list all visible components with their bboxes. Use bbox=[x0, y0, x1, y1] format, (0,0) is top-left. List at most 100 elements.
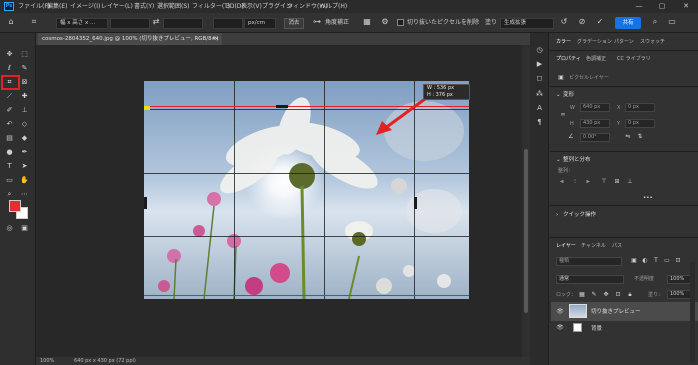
maximize-button[interactable]: ▢ bbox=[651, 1, 673, 12]
blend-mode-select[interactable]: 通常 bbox=[556, 275, 624, 284]
menu-select[interactable]: 選択範囲(S) bbox=[157, 2, 190, 11]
tab-color[interactable]: カラー bbox=[556, 37, 571, 47]
overlay-grid-icon[interactable]: ▦ bbox=[362, 17, 372, 27]
fill-input[interactable]: 100% bbox=[667, 290, 691, 299]
flip-vertical-icon[interactable]: ⇅ bbox=[636, 132, 644, 142]
lock-pixels-icon[interactable]: ▦ bbox=[578, 290, 586, 300]
learn-panel-icon[interactable]: ◻ bbox=[534, 73, 545, 83]
angle-input[interactable]: 0.00° bbox=[580, 133, 610, 142]
layer-row-background[interactable]: 👁︎ 背景 bbox=[551, 321, 698, 335]
resolution-input[interactable] bbox=[213, 18, 243, 29]
crop-top-handle[interactable] bbox=[276, 105, 288, 108]
menu-layer[interactable]: レイヤー(L) bbox=[101, 2, 133, 11]
menu-filter[interactable]: フィルター(T) bbox=[192, 2, 230, 11]
quick-mask-icon[interactable]: ◎ bbox=[4, 223, 15, 233]
blur-tool-icon[interactable]: ◆ bbox=[19, 133, 30, 143]
move-tool-icon[interactable]: ✥ bbox=[4, 49, 15, 59]
menu-edit[interactable]: 編集(E) bbox=[47, 2, 67, 11]
h-input[interactable]: 430 px bbox=[580, 119, 610, 128]
tab-swatches[interactable]: スウォッチ bbox=[640, 37, 665, 47]
settings-gear-icon[interactable]: ⚙ bbox=[380, 17, 390, 27]
clear-button[interactable]: 消去 bbox=[284, 18, 304, 29]
tab-cc-libraries[interactable]: CC ライブラリ bbox=[617, 54, 651, 64]
more-tools-icon[interactable]: ⋯ bbox=[19, 189, 30, 199]
cancel-icon[interactable]: ⊘ bbox=[577, 17, 587, 27]
menu-image[interactable]: イメージ(I) bbox=[70, 2, 100, 11]
menu-view[interactable]: 表示(V) bbox=[241, 2, 262, 11]
filter-shape-icon[interactable]: ▭ bbox=[663, 256, 671, 266]
marquee-tool-icon[interactable]: ⬚ bbox=[19, 49, 30, 59]
lock-position-icon[interactable]: ✥ bbox=[602, 290, 610, 300]
w-input[interactable]: 640 px bbox=[580, 103, 610, 112]
ratio-select[interactable]: 幅 x 高さ x ... bbox=[56, 18, 108, 29]
stamp-tool-icon[interactable]: ⊥ bbox=[19, 105, 30, 115]
align-more[interactable]: ••• bbox=[643, 194, 653, 203]
height-input[interactable] bbox=[163, 18, 203, 29]
zoom-tool-icon[interactable]: ⌕ bbox=[4, 189, 15, 199]
filter-adjust-icon[interactable]: ◐ bbox=[641, 256, 649, 266]
align-bottom-icon[interactable]: ⊥ bbox=[625, 177, 635, 187]
lock-all-icon[interactable]: 🔒︎ bbox=[626, 290, 634, 300]
quick-select-tool-icon[interactable]: ✎ bbox=[19, 63, 30, 73]
actions-panel-icon[interactable]: ▶ bbox=[534, 59, 545, 69]
document-tab[interactable]: cosmos-2804352_640.jpg @ 100% (切り抜きプレビュー… bbox=[38, 33, 222, 45]
flip-horizontal-icon[interactable]: ⇋ bbox=[624, 132, 632, 142]
layer-row-crop-preview[interactable]: 👁︎ 切り抜きプレビュー bbox=[551, 302, 698, 321]
visibility-eye-icon[interactable]: 👁︎ bbox=[556, 307, 564, 317]
tab-channels[interactable]: チャンネル bbox=[581, 241, 606, 251]
menu-file[interactable]: ファイル(F) bbox=[18, 2, 50, 11]
layer-kind-filter[interactable]: 種類 bbox=[556, 257, 622, 266]
straighten-icon[interactable]: ⊶ bbox=[312, 17, 322, 27]
frame-tool-icon[interactable]: ⊠ bbox=[19, 77, 30, 87]
straighten-label[interactable]: 角度補正 bbox=[325, 18, 349, 27]
eraser-tool-icon[interactable]: ◇ bbox=[19, 119, 30, 129]
x-input[interactable]: 0 px bbox=[625, 103, 655, 112]
tab-properties[interactable]: プロパティ bbox=[556, 54, 581, 64]
home-icon[interactable]: ⌂ bbox=[6, 17, 16, 27]
layer-name[interactable]: 背景 bbox=[591, 324, 602, 332]
tab-pattern[interactable]: パターン bbox=[614, 37, 634, 47]
search-icon[interactable]: ⌕ bbox=[650, 17, 660, 27]
menu-help[interactable]: ヘルプ(H) bbox=[320, 2, 347, 11]
lock-artboard-icon[interactable]: ⊡ bbox=[614, 290, 622, 300]
tab-layers[interactable]: レイヤー bbox=[556, 241, 576, 251]
align-top-icon[interactable]: ⊤ bbox=[599, 177, 609, 187]
lock-paint-icon[interactable]: ✎ bbox=[590, 290, 598, 300]
gradient-tool-icon[interactable]: ▤ bbox=[4, 133, 15, 143]
foreground-color-swatch[interactable] bbox=[9, 200, 21, 212]
crop-corner-handle[interactable] bbox=[144, 106, 150, 110]
type-tool-icon[interactable]: T bbox=[4, 161, 15, 171]
quick-actions-chevron-icon[interactable]: › bbox=[556, 211, 558, 220]
filter-smart-icon[interactable]: ⊡ bbox=[674, 256, 682, 266]
unit-select[interactable]: px/cm bbox=[244, 18, 276, 29]
tab-gradient[interactable]: グラデーション bbox=[577, 37, 612, 47]
transform-title-chevron-icon[interactable]: ⌄ bbox=[556, 91, 561, 100]
tab-adjustments[interactable]: 色調補正 bbox=[586, 54, 606, 64]
workspace-icon[interactable]: ▭ bbox=[667, 17, 677, 27]
lasso-tool-icon[interactable]: ℓ bbox=[4, 63, 15, 73]
commit-icon[interactable]: ✓ bbox=[595, 17, 605, 27]
brush-tool-icon[interactable]: ✐ bbox=[4, 105, 15, 115]
width-input[interactable] bbox=[110, 18, 150, 29]
pen-tool-icon[interactable]: ✒ bbox=[19, 147, 30, 157]
paragraph-panel-icon[interactable]: ¶ bbox=[534, 117, 545, 127]
crop-tool-preset-icon[interactable]: ⌗ bbox=[28, 17, 40, 27]
share-button[interactable]: 共有 bbox=[615, 17, 641, 29]
zoom-level[interactable]: 100% bbox=[40, 357, 54, 365]
link-icon[interactable]: ∞ bbox=[559, 110, 567, 120]
align-right-icon[interactable]: ⫸ bbox=[583, 177, 593, 187]
filter-type-icon[interactable]: T bbox=[652, 256, 660, 266]
menu-type[interactable]: 書式(Y) bbox=[134, 2, 154, 11]
layers-scrollbar[interactable] bbox=[690, 262, 695, 362]
delete-crop-checkbox[interactable] bbox=[397, 19, 404, 26]
screen-mode-icon[interactable]: ▣ bbox=[19, 223, 30, 233]
delete-crop-label[interactable]: 切り抜いたピクセルを削除 bbox=[407, 18, 479, 27]
dodge-tool-icon[interactable]: ● bbox=[4, 147, 15, 157]
visibility-eye-icon[interactable]: 👁︎ bbox=[556, 323, 564, 333]
opacity-input[interactable]: 100% bbox=[667, 275, 691, 284]
brush-panel-icon[interactable]: ⁂ bbox=[534, 89, 545, 99]
history-panel-icon[interactable]: ◷ bbox=[534, 45, 545, 55]
healing-brush-tool-icon[interactable]: ✚ bbox=[19, 91, 30, 101]
filter-pixel-icon[interactable]: ▣ bbox=[630, 256, 638, 266]
align-title-chevron-icon[interactable]: ⌄ bbox=[556, 156, 561, 165]
